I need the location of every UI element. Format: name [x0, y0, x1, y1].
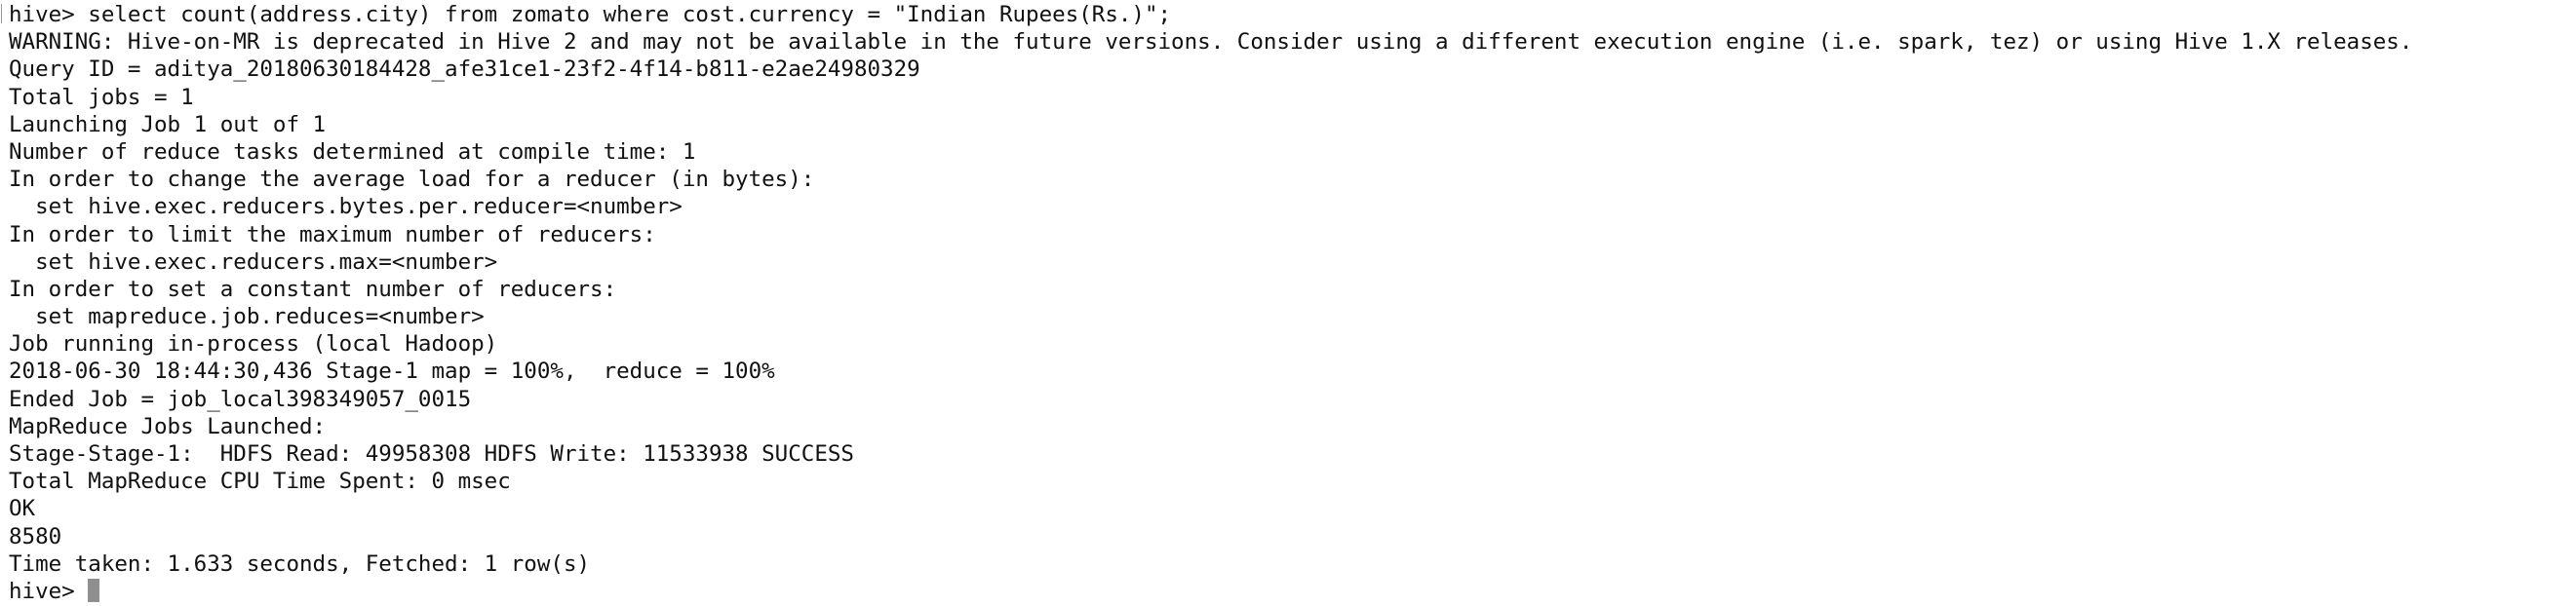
- reduce-tasks-line: Number of reduce tasks determined at com…: [9, 138, 696, 165]
- query-result-line: 8580: [9, 523, 62, 549]
- deprecation-warning-line: WARNING: Hive-on-MR is deprecated in Hiv…: [9, 29, 2413, 56]
- stage-hdfs-line: Stage-Stage-1: HDFS Read: 49958308 HDFS …: [9, 441, 854, 467]
- query-id-line: Query ID = aditya_20180630184428_afe31ce…: [9, 57, 920, 83]
- reducer-load-info-line: In order to change the average load for …: [9, 167, 815, 193]
- time-taken-line: Time taken: 1.633 seconds, Fetched: 1 ro…: [9, 550, 591, 577]
- reducer-max-setting-line: set hive.exec.reducers.max=<number>: [9, 248, 498, 275]
- total-jobs-line: Total jobs = 1: [9, 84, 194, 110]
- jobs-launched-line: MapReduce Jobs Launched:: [9, 413, 327, 439]
- text-cursor: [88, 578, 100, 602]
- command-prompt-line[interactable]: hive>: [9, 578, 2576, 605]
- prompt-label: hive>: [9, 578, 89, 604]
- terminal-window[interactable]: hive> select count(address.city) from zo…: [0, 0, 2576, 606]
- launching-job-line: Launching Job 1 out of 1: [9, 111, 327, 137]
- reducer-bytes-setting-line: set hive.exec.reducers.bytes.per.reducer…: [9, 194, 683, 220]
- cpu-time-line: Total MapReduce CPU Time Spent: 0 msec: [9, 469, 511, 495]
- selection-marker: [1, 4, 2, 23]
- reduces-setting-line: set mapreduce.job.reduces=<number>: [9, 304, 485, 330]
- stage-progress-line: 2018-06-30 18:44:30,436 Stage-1 map = 10…: [9, 359, 775, 385]
- job-running-line: Job running in-process (local Hadoop): [9, 331, 498, 358]
- reducer-constant-info-line: In order to set a constant number of red…: [9, 276, 617, 302]
- reducer-limit-info-line: In order to limit the maximum number of …: [9, 221, 656, 247]
- query-command-line: hive> select count(address.city) from zo…: [9, 2, 1172, 27]
- ok-status-line: OK: [9, 496, 36, 522]
- ended-job-line: Ended Job = job_local398349057_0015: [9, 386, 472, 412]
